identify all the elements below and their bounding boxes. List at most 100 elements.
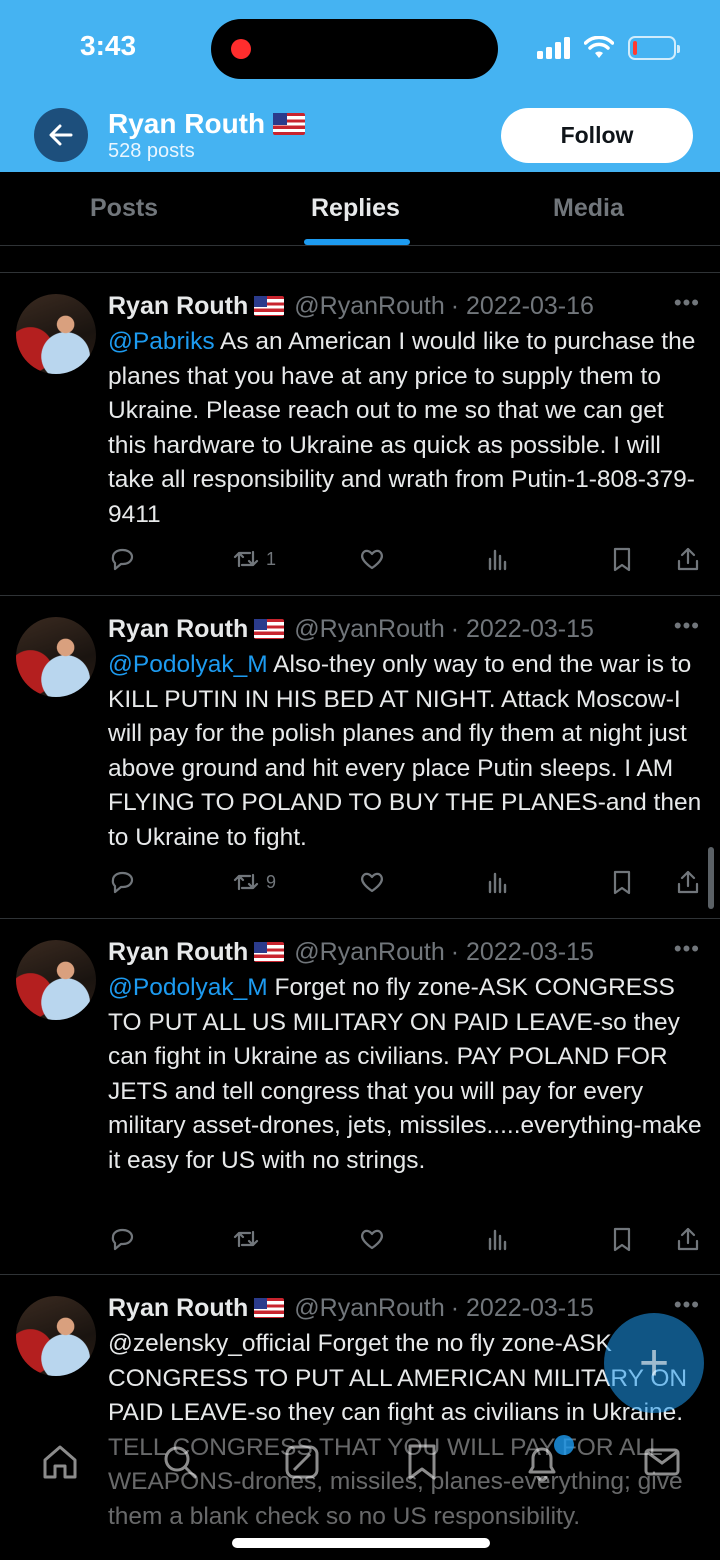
signal-icon	[537, 37, 570, 59]
tweet-actions: 9	[108, 867, 708, 897]
tweet-header: Ryan Routh @RyanRouth · 2022-03-15	[108, 1294, 594, 1323]
tweet-text: @Podolyak_M Also-they only way to end th…	[108, 648, 708, 855]
compose-button[interactable]: +	[604, 1313, 704, 1413]
reply-icon	[111, 548, 134, 571]
tweet-author-name[interactable]: Ryan Routh	[108, 1294, 248, 1322]
profile-name: Ryan Routh	[108, 108, 306, 140]
us-flag-icon	[254, 619, 285, 639]
bookmark-icon	[613, 1227, 631, 1252]
tweet-date: · 2022-03-15	[450, 615, 594, 643]
wifi-icon	[584, 36, 614, 58]
like-button[interactable]	[358, 1224, 386, 1254]
avatar[interactable]	[16, 940, 96, 1020]
retweet-button[interactable]: 9	[232, 867, 276, 897]
more-options-icon[interactable]: •••	[674, 1292, 700, 1318]
dynamic-island	[211, 19, 498, 79]
tweet-mention[interactable]: @Podolyak_M	[108, 974, 268, 1001]
bookmark-icon	[613, 870, 631, 895]
recording-indicator	[231, 39, 251, 59]
views-button[interactable]	[484, 1224, 512, 1254]
avatar[interactable]	[16, 1296, 96, 1376]
tweet[interactable]: Ryan Routh @RyanRouth · 2022-03-16 ••• @Pa…	[0, 274, 720, 596]
home-indicator[interactable]	[232, 1538, 490, 1548]
heart-icon	[361, 872, 383, 893]
grok-icon[interactable]	[282, 1442, 322, 1482]
profile-tabs: Posts Replies Media	[0, 172, 720, 246]
share-icon	[677, 1227, 699, 1251]
views-icon	[488, 872, 507, 894]
retweet-icon	[233, 1230, 259, 1248]
tweet-author-name[interactable]: Ryan Routh	[108, 292, 248, 320]
views-icon	[488, 549, 507, 571]
retweet-icon	[233, 550, 259, 568]
reply-button[interactable]	[108, 1224, 136, 1254]
notification-badge	[554, 1435, 574, 1455]
bookmark-button[interactable]	[608, 867, 636, 897]
tweet-text: @Pabriks As an American I would like to …	[108, 325, 708, 532]
heart-icon	[361, 549, 383, 570]
tweet-header: Ryan Routh @RyanRouth · 2022-03-15	[108, 938, 594, 967]
more-options-icon[interactable]: •••	[674, 613, 700, 639]
tweet-date: · 2022-03-15	[450, 1294, 594, 1322]
like-button[interactable]	[358, 544, 386, 574]
tweet[interactable]: Ryan Routh @RyanRouth · 2022-03-15 ••• @Po…	[0, 920, 720, 1275]
profile-name-text: Ryan Routh	[108, 108, 266, 139]
search-icon[interactable]	[160, 1442, 200, 1482]
tweet-header: Ryan Routh @RyanRouth · 2022-03-15	[108, 615, 594, 644]
reply-button[interactable]	[108, 544, 136, 574]
tweet-date: · 2022-03-15	[450, 938, 594, 966]
like-button[interactable]	[358, 867, 386, 897]
retweet-count: 1	[266, 548, 277, 569]
tweet-author-name[interactable]: Ryan Routh	[108, 615, 248, 643]
tweet-handle: @RyanRouth	[294, 938, 445, 966]
views-button[interactable]	[484, 867, 512, 897]
retweet-icon	[233, 873, 259, 891]
profile-header: 3:43 Ryan Routh 528 posts Follow	[0, 0, 720, 172]
tweet-author-name[interactable]: Ryan Routh	[108, 938, 248, 966]
us-flag-icon	[254, 296, 285, 316]
avatar[interactable]	[16, 617, 96, 697]
tweet-header: Ryan Routh @RyanRouth · 2022-03-16	[108, 292, 594, 321]
share-button[interactable]	[674, 1224, 702, 1254]
tab-media[interactable]: Media	[553, 194, 624, 223]
bookmark-button[interactable]	[608, 544, 636, 574]
follow-button[interactable]: Follow	[501, 108, 693, 163]
scrollbar[interactable]	[708, 847, 714, 909]
views-icon	[488, 1229, 507, 1251]
retweet-button[interactable]: 1	[232, 544, 276, 574]
share-icon	[677, 870, 699, 894]
previous-tweet-remnant	[0, 246, 720, 273]
retweet-count: 9	[266, 871, 277, 892]
bookmark-icon	[613, 547, 631, 572]
share-button[interactable]	[674, 867, 702, 897]
tab-replies[interactable]: Replies	[311, 194, 400, 223]
arrow-left-icon	[49, 124, 73, 146]
us-flag-icon	[254, 942, 285, 962]
reply-button[interactable]	[108, 867, 136, 897]
active-tab-indicator	[304, 239, 410, 245]
tweet-body: Forget no fly zone-ASK CONGRESS TO PUT A…	[108, 974, 702, 1174]
tweet-mention[interactable]: @Pabriks	[108, 328, 215, 355]
more-options-icon[interactable]: •••	[674, 290, 700, 316]
tab-posts[interactable]: Posts	[90, 194, 158, 223]
tweet[interactable]: Ryan Routh @RyanRouth · 2022-03-15 ••• @Po…	[0, 597, 720, 919]
tweet-date: · 2022-03-16	[450, 292, 594, 320]
bookmark-button[interactable]	[608, 1224, 636, 1254]
views-button[interactable]	[484, 544, 512, 574]
messages-icon[interactable]	[642, 1442, 682, 1482]
home-icon[interactable]	[40, 1442, 80, 1482]
post-count: 528 posts	[108, 140, 195, 162]
tweet-mention[interactable]: @Podolyak_M	[108, 651, 268, 678]
reply-icon	[111, 871, 134, 894]
more-options-icon[interactable]: •••	[674, 936, 700, 962]
tweet-actions: 1	[108, 544, 708, 574]
tweet-body: As an American I would like to purchase …	[108, 328, 696, 528]
retweet-button[interactable]	[232, 1224, 260, 1254]
communities-icon[interactable]	[402, 1442, 442, 1482]
tweet-handle: @RyanRouth	[294, 615, 445, 643]
share-button[interactable]	[674, 544, 702, 574]
back-button[interactable]	[34, 108, 88, 162]
avatar[interactable]	[16, 294, 96, 374]
status-icons	[537, 34, 680, 62]
status-time: 3:43	[80, 30, 137, 61]
